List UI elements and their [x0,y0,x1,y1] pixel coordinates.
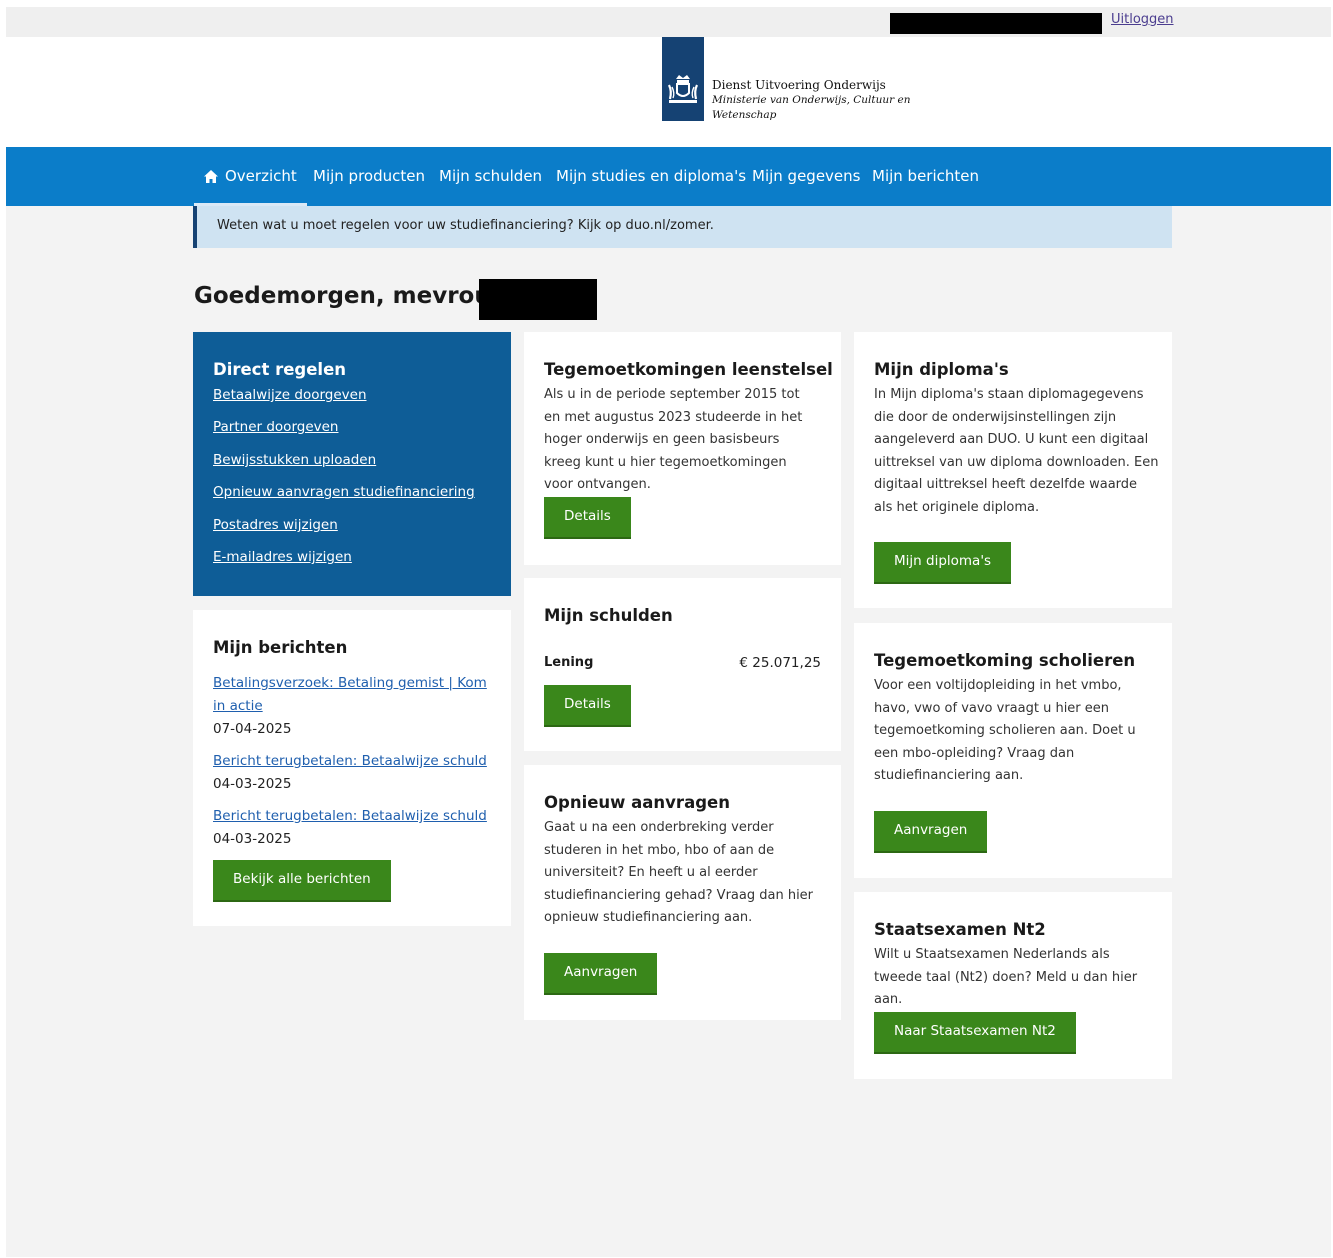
main-navigation: Overzicht Mijn producten Mijn schulden M… [6,147,1331,206]
crown-crest-icon [667,75,699,103]
leenstelsel-card: Tegemoetkomingen leenstelsel Als u in de… [524,332,841,565]
logo-wordmark: Dienst Uitvoering Onderwijs Ministerie v… [712,78,911,123]
message-link[interactable]: Bericht terugbetalen: Betaalwijze schuld [213,750,493,773]
page-title: Goedemorgen, mevrouw [194,283,512,309]
opnieuw-aanvragen-card: Opnieuw aanvragen Gaat u na een onderbre… [524,765,841,1020]
leenstelsel-details-button[interactable]: Details [544,497,631,537]
link-bewijsstukken-uploaden[interactable]: Bewijsstukken uploaden [213,452,376,468]
nav-item-mijn-producten[interactable]: Mijn producten [313,147,425,206]
nav-item-label: Overzicht [225,167,297,185]
mijn-diplomas-title: Mijn diploma's [874,360,1009,379]
opnieuw-aanvragen-title: Opnieuw aanvragen [544,793,730,812]
logout-link[interactable]: Uitloggen [1111,12,1174,27]
mijn-diplomas-text: In Mijn diploma's staan diplomagegevens … [874,387,1159,515]
leenstelsel-text: Als u in de periode september 2015 tot e… [544,387,803,492]
mijn-diplomas-card: Mijn diploma's In Mijn diploma's staan d… [854,332,1172,608]
all-messages-button[interactable]: Bekijk alle berichten [213,860,391,900]
opnieuw-aanvragen-text: Gaat u na een onderbreking verder studer… [544,820,814,925]
nav-item-overzicht[interactable]: Overzicht [194,147,307,206]
mijn-diplomas-button[interactable]: Mijn diploma's [874,542,1012,582]
site-header: Dienst Uitvoering Onderwijs Ministerie v… [6,37,1331,147]
link-betaalwijze-doorgeven[interactable]: Betaalwijze doorgeven [213,387,367,403]
page: Uitloggen Dienst Uitvoering Onderwijs Mi… [6,7,1331,1257]
leenstelsel-title: Tegemoetkomingen leenstelsel [544,360,833,379]
tegemoetkoming-scholieren-title: Tegemoetkoming scholieren [874,651,1136,670]
nav-item-mijn-berichten[interactable]: Mijn berichten [872,147,979,206]
redacted-name [479,279,597,320]
staatsexamen-nt2-button[interactable]: Naar Staatsexamen Nt2 [874,1012,1076,1052]
link-partner-doorgeven[interactable]: Partner doorgeven [213,419,338,435]
redacted-username [890,13,1102,34]
message-date: 04-03-2025 [213,831,292,847]
direct-regelen-panel: Direct regelen Betaalwijze doorgeven Par… [193,332,511,596]
link-postadres-wijzigen[interactable]: Postadres wijzigen [213,517,338,533]
mijn-berichten-card: Mijn berichten Betalingsverzoek: Betalin… [193,610,511,926]
loan-amount: € 25.071,25 [739,655,821,671]
link-emailadres-wijzigen[interactable]: E-mailadres wijzigen [213,549,352,565]
home-icon [204,170,218,183]
info-notice: Weten wat u moet regelen voor uw studief… [193,206,1172,248]
link-opnieuw-aanvragen[interactable]: Opnieuw aanvragen studiefinanciering [213,484,475,500]
nav-item-mijn-gegevens[interactable]: Mijn gegevens [752,147,860,206]
logo-emblem[interactable] [662,37,704,121]
mijn-schulden-title: Mijn schulden [544,606,673,625]
message-link[interactable]: Bericht terugbetalen: Betaalwijze schuld [213,805,493,828]
staatsexamen-nt2-text: Wilt u Staatsexamen Nederlands als tweed… [874,947,1138,1007]
staatsexamen-nt2-card: Staatsexamen Nt2 Wilt u Staatsexamen Ned… [854,892,1172,1079]
nav-item-mijn-studies-en-diplomas[interactable]: Mijn studies en diploma's [556,147,746,206]
tegemoetkoming-scholieren-text: Voor een voltijdopleiding in het vmbo, h… [874,678,1136,783]
tegemoetkoming-scholieren-card: Tegemoetkoming scholieren Voor een volti… [854,623,1172,878]
notice-text: Weten wat u moet regelen voor uw studief… [217,218,714,233]
top-utility-bar: Uitloggen [6,7,1331,37]
loan-label: Lening [544,655,594,670]
staatsexamen-nt2-title: Staatsexamen Nt2 [874,920,1046,939]
schulden-details-button[interactable]: Details [544,685,631,725]
scholieren-aanvragen-button[interactable]: Aanvragen [874,811,988,851]
direct-regelen-title: Direct regelen [213,360,347,379]
mijn-berichten-title: Mijn berichten [213,638,348,657]
nav-item-mijn-schulden[interactable]: Mijn schulden [439,147,542,206]
org-name: Dienst Uitvoering Onderwijs [712,78,886,92]
message-date: 07-04-2025 [213,721,292,737]
mijn-schulden-card: Mijn schulden Lening € 25.071,25 Details [524,578,841,751]
ministry-line-1: Ministerie van Onderwijs, Cultuur en [712,94,911,106]
ministry-line-2: Wetenschap [712,109,777,121]
opnieuw-aanvragen-button[interactable]: Aanvragen [544,953,658,993]
message-date: 04-03-2025 [213,776,292,792]
message-link[interactable]: Betalingsverzoek: Betaling gemist | Kom … [213,672,493,717]
